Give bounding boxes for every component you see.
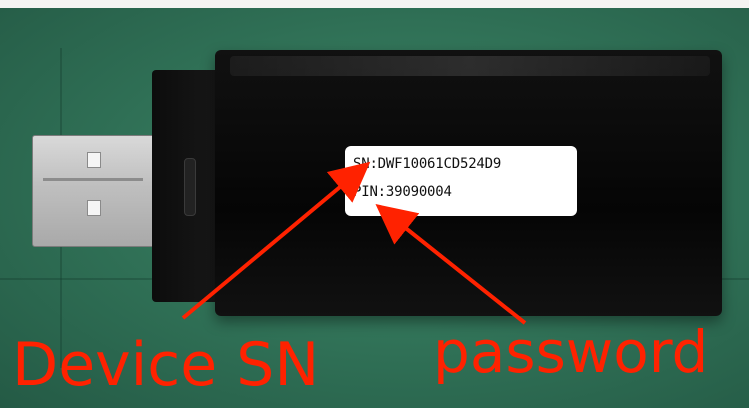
password-annotation: password [433,318,709,386]
arrow-to-pin [375,204,527,325]
photo-canvas: SN:DWF10061CD524D9 PIN:39090004 Device S… [0,0,749,408]
device-sn-annotation: Device SN [12,330,320,400]
arrow-to-sn [181,161,371,320]
